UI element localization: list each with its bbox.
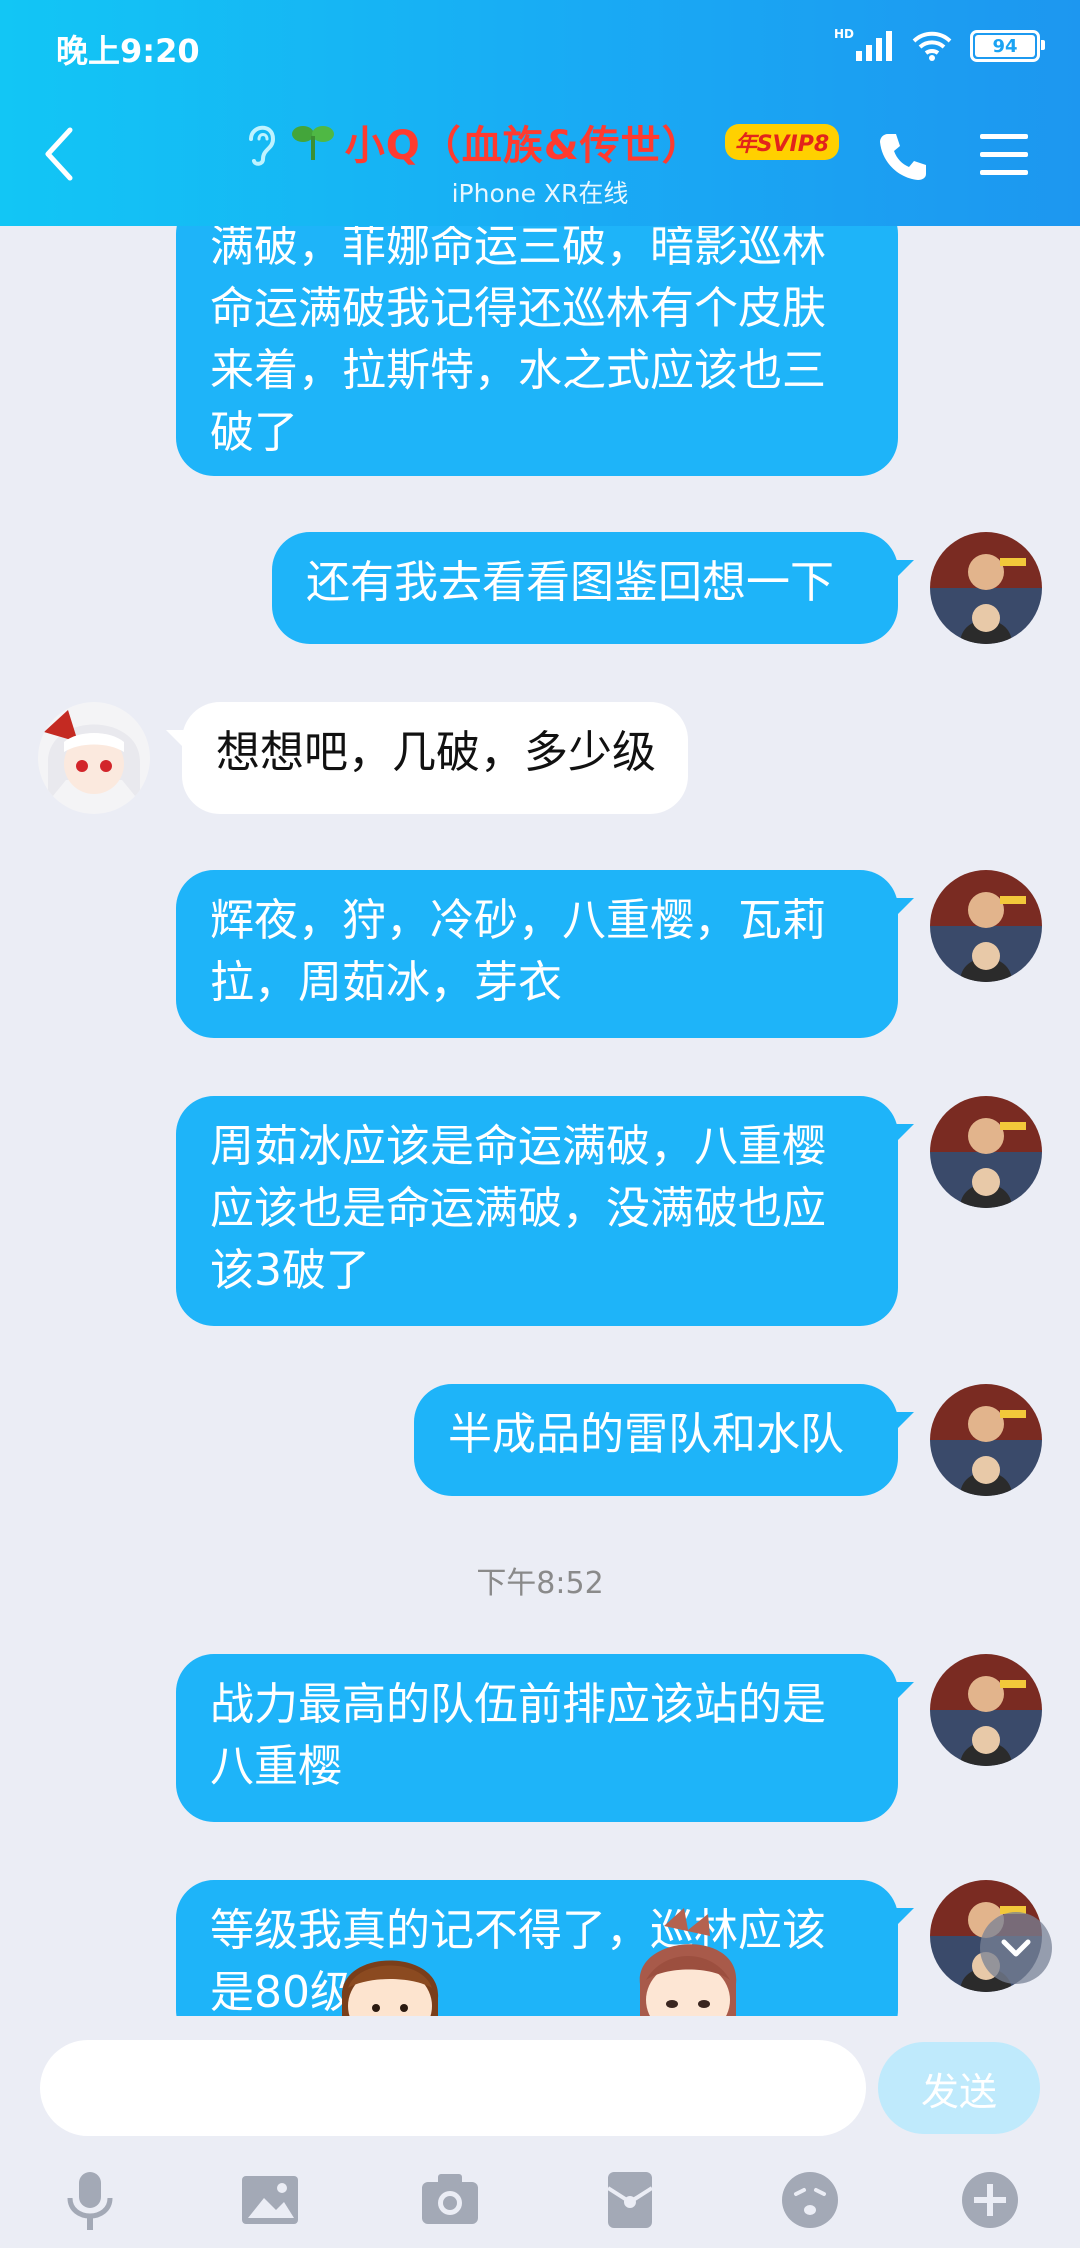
menu-button[interactable] (980, 134, 1028, 180)
plus-icon[interactable] (958, 2168, 1022, 2232)
chevron-down-icon (1001, 1939, 1031, 1957)
camera-icon[interactable] (418, 2168, 482, 2232)
message-text: 想想吧，几破，多少级 (216, 727, 656, 778)
message-bubble[interactable]: 想想吧，几破，多少级 (166, 702, 688, 814)
ear-icon (248, 125, 275, 166)
input-area: 发送 (0, 2016, 1080, 2248)
message-input[interactable] (40, 2040, 866, 2136)
message-text: 半成品的雷队和水队 (448, 1409, 844, 1460)
emoji-icon[interactable] (778, 2168, 842, 2232)
message-bubble[interactable]: 满破，菲娜命运三破，暗影巡林命运满破我记得还巡林有个皮肤来着，拉斯特，水之式应该… (176, 226, 898, 476)
sprout-icon (291, 126, 334, 160)
image-icon[interactable] (238, 2168, 302, 2232)
message-text: 周茹冰应该是命运满破，八重樱应该也是命运满破，没满破也应该3破了 (210, 1121, 826, 1296)
contact-avatar[interactable] (38, 702, 150, 814)
status-icons: HD 94 (833, 26, 1045, 66)
message-text: 满破，菲娜命运三破，暗影巡林命运满破我记得还巡林有个皮肤来着，拉斯特，水之式应该… (210, 226, 826, 458)
time-separator: 下午8:52 (476, 1566, 604, 1601)
message-bubble[interactable]: 战力最高的队伍前排应该站的是八重樱 (176, 1654, 914, 1822)
my-avatar[interactable] (930, 1384, 1042, 1496)
chat-header: 晚上9:20 HD 94 小Q（血族&传世） 年SVIP8 iPhone XR在… (0, 0, 1080, 226)
message-bubble[interactable]: 半成品的雷队和水队 (414, 1384, 914, 1496)
input-toolbar (0, 2156, 1080, 2244)
contact-name: 小Q（血族&传世） (344, 123, 703, 169)
network-type: HD (833, 27, 854, 41)
message-text: 战力最高的队伍前排应该站的是八重樱 (210, 1679, 826, 1792)
my-avatar[interactable] (930, 1654, 1042, 1766)
red-packet-icon[interactable] (598, 2168, 662, 2232)
my-avatar[interactable] (930, 1096, 1042, 1208)
signal-icon (856, 31, 892, 61)
battery-level: 94 (992, 35, 1018, 57)
message-text: 辉夜，狩，冷砂，八重樱，瓦莉拉，周茹冰，芽衣 (210, 895, 826, 1008)
message-list[interactable]: 满破，菲娜命运三破，暗影巡林命运满破我记得还巡林有个皮肤来着，拉斯特，水之式应该… (0, 226, 1080, 2016)
message-bubble[interactable]: 还有我去看看图鉴回想一下 (272, 532, 914, 644)
message-bubble[interactable]: 等级我真的记不得了，巡林应该是80级 (176, 1880, 914, 2016)
wifi-icon (912, 31, 952, 61)
microphone-icon[interactable] (58, 2168, 122, 2232)
status-time: 晚上9:20 (56, 32, 200, 70)
message-bubble[interactable]: 周茹冰应该是命运满破，八重樱应该也是命运满破，没满破也应该3破了 (176, 1096, 914, 1326)
send-button[interactable]: 发送 (878, 2042, 1040, 2134)
battery-icon: 94 (970, 30, 1045, 62)
message-text: 还有我去看看图鉴回想一下 (306, 557, 834, 608)
scroll-to-bottom-button[interactable] (980, 1912, 1052, 1984)
my-avatar[interactable] (930, 532, 1042, 644)
my-avatar[interactable] (930, 870, 1042, 982)
phone-icon[interactable] (876, 130, 930, 184)
svip-badge: 年SVIP8 (724, 124, 840, 160)
message-bubble[interactable]: 辉夜，狩，冷砂，八重樱，瓦莉拉，周茹冰，芽衣 (176, 870, 914, 1038)
